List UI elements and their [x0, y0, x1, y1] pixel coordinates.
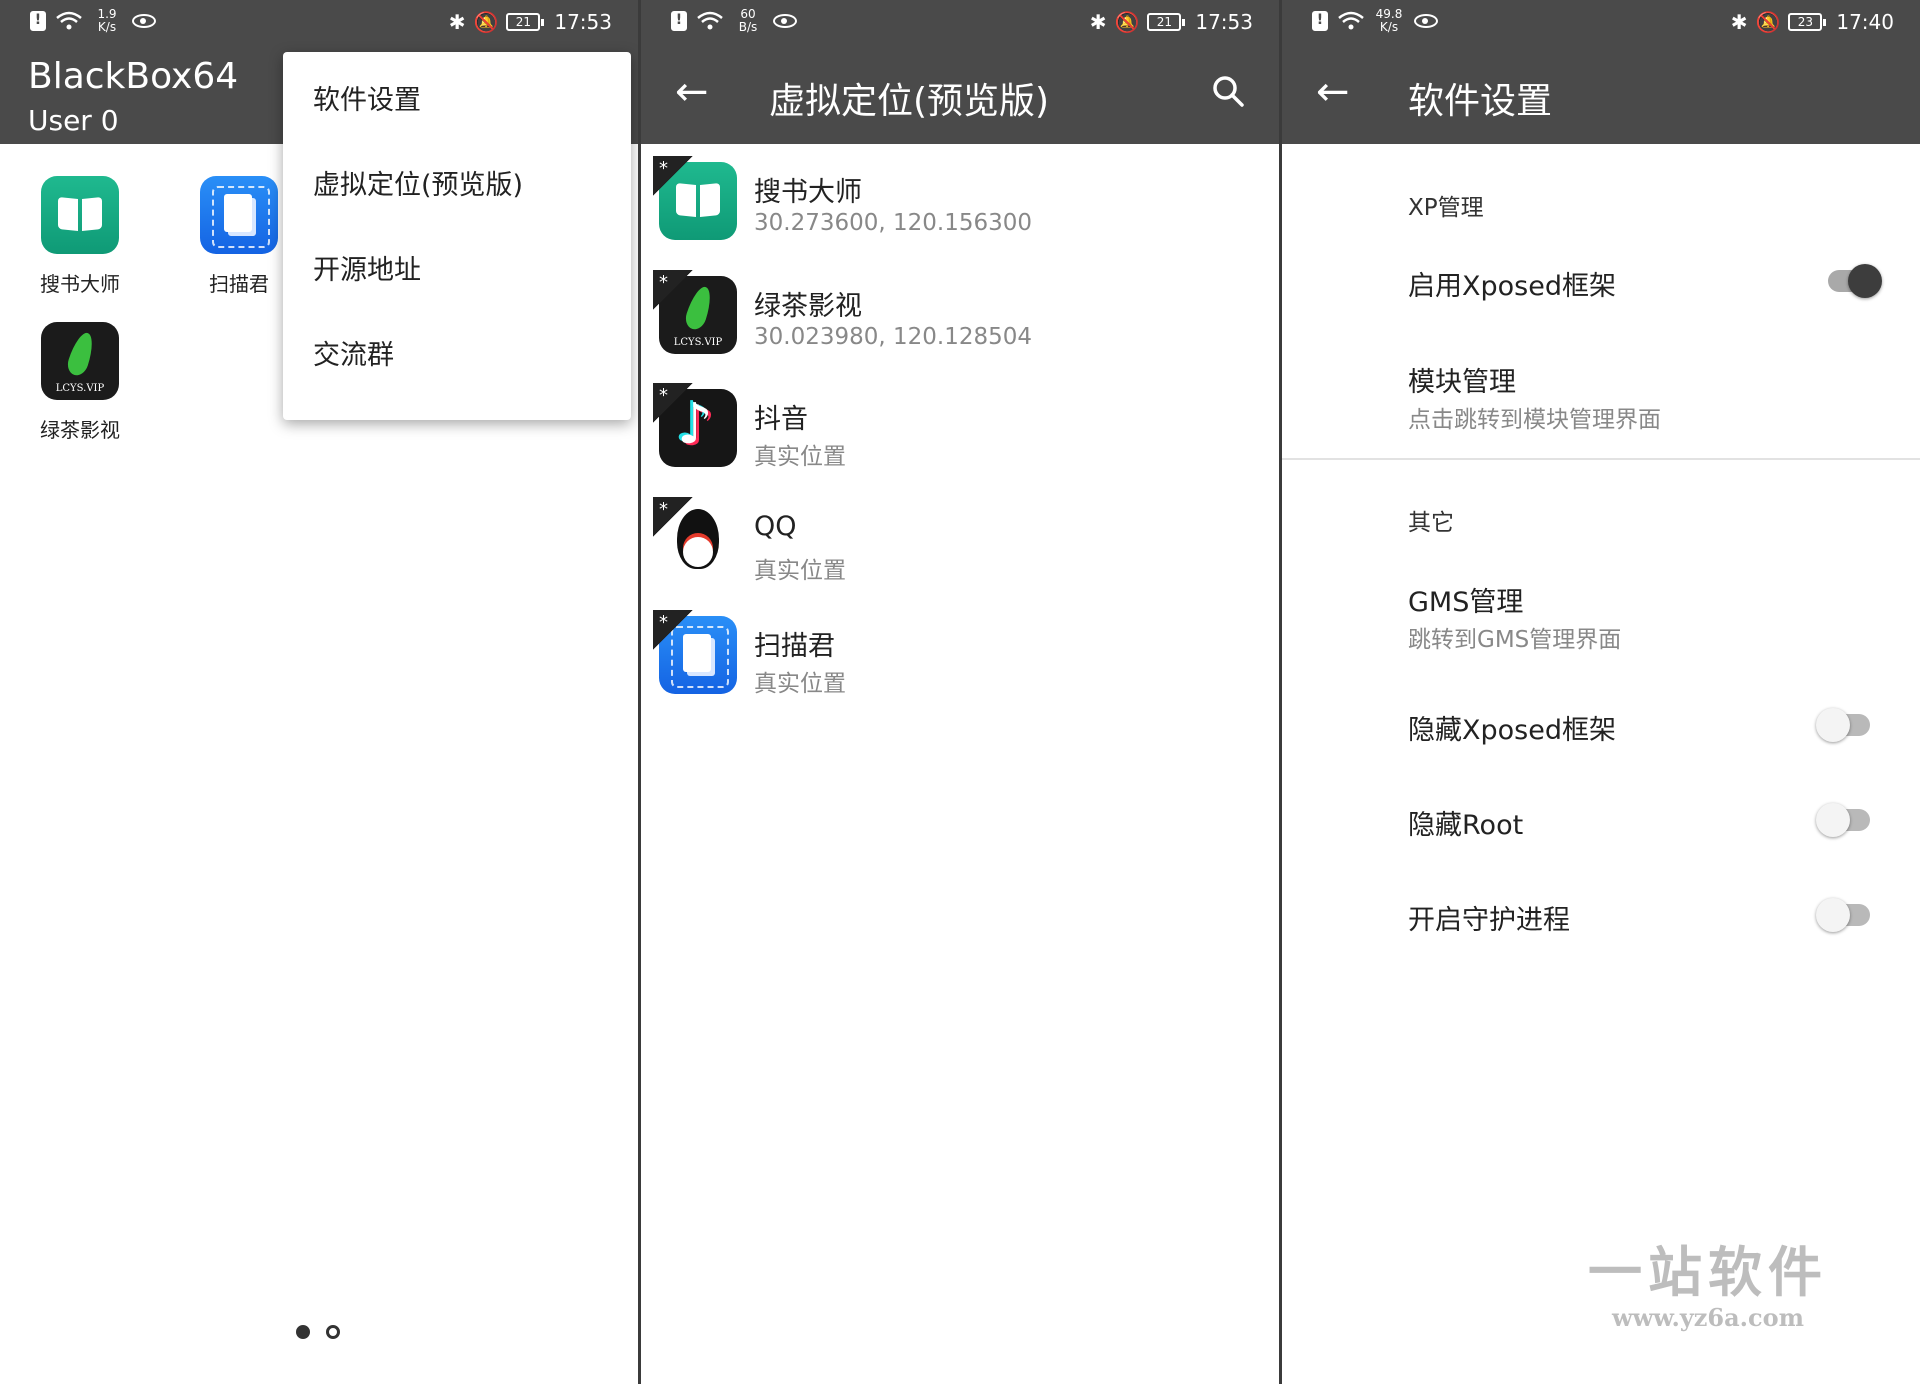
app-label: 绿茶影视: [40, 418, 120, 442]
menu-item-virtual-location[interactable]: 虚拟定位(预览版): [283, 143, 631, 228]
list-item[interactable]: * 绿茶影视 30.023980, 120.128504: [641, 260, 1279, 374]
app-label: 扫描君: [209, 272, 269, 296]
battery-icon: 21: [1147, 13, 1186, 31]
net-speed: 1.9 K/s: [97, 7, 117, 34]
star-badge: *: [653, 497, 693, 537]
bluetooth-icon: ✱: [448, 10, 466, 34]
toggle-knob: [1816, 708, 1850, 742]
back-arrow-icon[interactable]: ←: [1316, 72, 1350, 112]
bluetooth-icon: ✱: [1089, 10, 1107, 34]
alert-icon: !: [30, 11, 46, 31]
wifi-icon: [1338, 11, 1364, 30]
item-location: 30.273600, 120.156300: [754, 210, 1033, 236]
page-title: 虚拟定位(预览版): [769, 81, 1050, 122]
wifi-icon: [697, 11, 723, 30]
settings-screen: ! 49.8 K/s ✱ 🔕 23 17:40 ← 软件设置 XP管理 启用Xpo…: [1282, 0, 1920, 1384]
watermark-url: www.yz6a.com: [1611, 1303, 1805, 1332]
list-item[interactable]: * 搜书大师 30.273600, 120.156300: [641, 146, 1279, 260]
toggle-knob: [1816, 803, 1850, 837]
section-divider: [1282, 458, 1920, 460]
hide-xposed-toggle[interactable]: [1816, 708, 1870, 742]
page-title: 软件设置: [1408, 81, 1553, 122]
clock: 17:53: [1195, 10, 1253, 34]
star-badge: *: [653, 383, 693, 423]
status-bar: ! 60 B/s ✱ 🔕 21 17:53: [641, 0, 1279, 44]
item-location: 真实位置: [754, 671, 846, 697]
eye-comfort-icon: [132, 14, 156, 28]
screens: ! 1.9 K/s ✱ 🔕 21 17:53 BlackBox64 User 0 …: [0, 0, 1920, 1384]
item-location: 30.023980, 120.128504: [754, 324, 1033, 350]
page-dot-1[interactable]: [296, 1325, 310, 1339]
app-saoMiaoJun[interactable]: 扫描君: [179, 176, 299, 297]
setting-module-mgmt[interactable]: 模块管理: [1408, 360, 1516, 399]
list-item[interactable]: * 抖音 真实位置: [641, 373, 1279, 487]
status-bar: ! 1.9 K/s ✱ 🔕 21 17:53: [0, 0, 638, 44]
item-location: 真实位置: [754, 444, 846, 470]
leaf-icon: [41, 322, 119, 400]
app-lvChaYingShi[interactable]: 绿茶影视: [20, 322, 140, 443]
menu-item-source[interactable]: 开源地址: [283, 228, 631, 313]
page-indicator: [296, 1325, 340, 1339]
toggle-knob: [1848, 264, 1882, 298]
enable-xposed-toggle[interactable]: [1828, 264, 1882, 298]
setting-daemon[interactable]: 开启守护进程: [1408, 898, 1570, 937]
item-name: QQ: [754, 511, 797, 542]
toggle-knob: [1816, 898, 1850, 932]
item-name: 绿茶影视: [754, 291, 862, 322]
setting-hide-root[interactable]: 隐藏Root: [1408, 803, 1523, 842]
app-label: 搜书大师: [40, 272, 120, 296]
item-name: 搜书大师: [754, 177, 862, 208]
wifi-icon: [56, 11, 82, 30]
page-dot-2[interactable]: [326, 1325, 340, 1339]
item-name: 扫描君: [754, 631, 835, 662]
bluetooth-icon: ✱: [1730, 10, 1748, 34]
menu-item-group[interactable]: 交流群: [283, 313, 631, 398]
section-header-other: 其它: [1408, 510, 1454, 536]
star-badge: *: [653, 156, 693, 196]
star-badge: *: [653, 610, 693, 650]
section-header-xp: XP管理: [1408, 195, 1484, 221]
hide-root-toggle[interactable]: [1816, 803, 1870, 837]
book-icon: [41, 176, 119, 254]
app-title: BlackBox64: [28, 56, 239, 97]
mute-bell-icon: 🔕: [1114, 10, 1140, 34]
scan-document-icon: [200, 176, 278, 254]
star-badge: *: [653, 270, 693, 310]
mute-bell-icon: 🔕: [1755, 10, 1781, 34]
user-label[interactable]: User 0: [28, 104, 119, 137]
app-bar: ← 虚拟定位(预览版): [641, 44, 1279, 144]
overflow-menu: 软件设置 虚拟定位(预览版) 开源地址 交流群: [283, 52, 631, 420]
back-arrow-icon[interactable]: ←: [675, 72, 709, 112]
list-item[interactable]: * QQ 真实位置: [641, 487, 1279, 601]
setting-gms-mgmt-desc: 跳转到GMS管理界面: [1408, 627, 1622, 653]
virtual-location-screen: ! 60 B/s ✱ 🔕 21 17:53 ← 虚拟定位(预览版) * 搜书大师 …: [641, 0, 1279, 1384]
item-name: 抖音: [754, 404, 808, 435]
watermark: 一站软件 www.yz6a.com: [1588, 1228, 1828, 1332]
alert-icon: !: [1312, 11, 1328, 31]
list-item[interactable]: * 扫描君 真实位置: [641, 600, 1279, 714]
watermark-title: 一站软件: [1588, 1240, 1828, 1304]
setting-hide-xposed[interactable]: 隐藏Xposed框架: [1408, 708, 1616, 747]
alert-icon: !: [671, 11, 687, 31]
clock: 17:40: [1836, 10, 1894, 34]
daemon-toggle[interactable]: [1816, 898, 1870, 932]
app-souShuDaShi[interactable]: 搜书大师: [20, 176, 140, 297]
battery-icon: 23: [1788, 13, 1827, 31]
status-bar: ! 49.8 K/s ✱ 🔕 23 17:40: [1282, 0, 1920, 44]
net-speed: 49.8 K/s: [1375, 7, 1403, 34]
app-bar: ← 软件设置: [1282, 44, 1920, 144]
setting-enable-xposed[interactable]: 启用Xposed框架: [1408, 264, 1616, 303]
mute-bell-icon: 🔕: [473, 10, 499, 34]
launcher-screen: ! 1.9 K/s ✱ 🔕 21 17:53 BlackBox64 User 0 …: [0, 0, 638, 1384]
search-icon[interactable]: [1211, 74, 1245, 108]
setting-module-mgmt-desc: 点击跳转到模块管理界面: [1408, 407, 1661, 433]
eye-comfort-icon: [773, 14, 797, 28]
net-speed: 60 B/s: [738, 7, 758, 34]
battery-icon: 21: [506, 13, 545, 31]
eye-comfort-icon: [1414, 14, 1438, 28]
item-location: 真实位置: [754, 558, 846, 584]
menu-item-settings[interactable]: 软件设置: [283, 58, 631, 143]
setting-gms-mgmt[interactable]: GMS管理: [1408, 580, 1523, 619]
clock: 17:53: [554, 10, 612, 34]
